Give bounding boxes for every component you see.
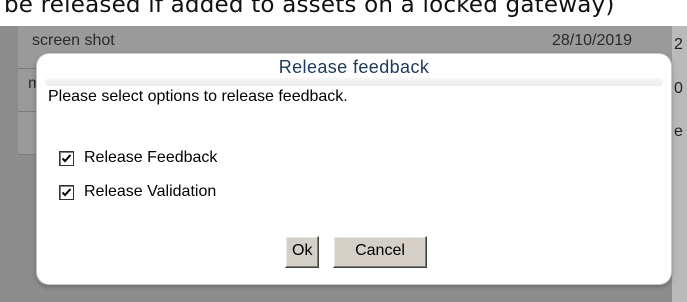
- background-right-column: 2 0 e: [672, 26, 687, 302]
- release-validation-checkbox[interactable]: [59, 184, 74, 200]
- dialog-message: Please select options to release feedbac…: [48, 88, 348, 105]
- release-feedback-label: Release Feedback: [84, 149, 218, 166]
- ok-button[interactable]: Ok: [285, 236, 319, 268]
- background-header-text: be released if added to assets on a lock…: [0, 0, 687, 26]
- table-cell-tail: 0: [674, 80, 683, 97]
- background-top-text: be released if added to assets on a lock…: [4, 0, 615, 18]
- dialog-title-divider: [45, 78, 663, 86]
- release-validation-label: Release Validation: [84, 183, 217, 200]
- checkmark-icon: [61, 187, 72, 196]
- table-cell-tail: e: [674, 123, 683, 140]
- table-cell-tail: 2: [674, 36, 683, 53]
- table-cell-date: 28/10/2019: [552, 32, 633, 49]
- table-cell-name: screen shot: [32, 32, 115, 49]
- release-validation-option[interactable]: Release Validation: [59, 183, 216, 201]
- dialog-title: Release feedback: [278, 57, 430, 77]
- release-feedback-option[interactable]: Release Feedback: [59, 149, 217, 167]
- release-feedback-dialog: Release feedback Please select options t…: [37, 54, 671, 284]
- cancel-button[interactable]: Cancel: [333, 236, 427, 268]
- checkmark-icon: [61, 153, 72, 162]
- release-feedback-checkbox[interactable]: [59, 150, 74, 166]
